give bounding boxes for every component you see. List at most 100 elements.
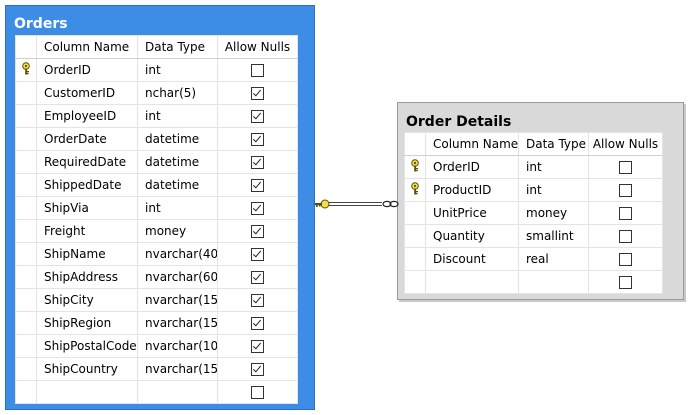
column-row[interactable]: RequiredDate datetime	[15, 150, 298, 174]
row-selector-cell[interactable]	[15, 104, 37, 128]
allow-nulls-checkbox[interactable]	[251, 133, 264, 146]
allow-nulls-checkbox[interactable]	[251, 179, 264, 192]
allow-nulls-checkbox[interactable]	[251, 87, 264, 100]
column-name-cell[interactable]	[425, 270, 519, 294]
allow-nulls-checkbox[interactable]	[251, 386, 264, 399]
data-type-cell[interactable]: int	[518, 178, 589, 202]
row-selector-cell[interactable]	[404, 178, 426, 202]
row-selector-cell[interactable]	[15, 265, 37, 289]
column-row[interactable]	[15, 380, 298, 404]
column-name-cell[interactable]: ShipPostalCode	[36, 334, 138, 358]
order-details-table-title[interactable]: Order Details	[406, 113, 511, 131]
column-name-cell[interactable]: Freight	[36, 219, 138, 243]
column-name-cell[interactable]: Discount	[425, 247, 519, 271]
data-type-cell[interactable]: datetime	[137, 173, 218, 197]
column-row[interactable]: ShipRegion nvarchar(15)	[15, 311, 298, 335]
row-selector-cell[interactable]	[15, 173, 37, 197]
column-row[interactable]: OrderID int	[404, 155, 663, 179]
column-name-cell[interactable]: ShipName	[36, 242, 138, 266]
column-name-cell[interactable]: OrderDate	[36, 127, 138, 151]
data-type-cell[interactable]: nvarchar(15)	[137, 288, 218, 312]
column-name-cell[interactable]: OrderID	[425, 155, 519, 179]
column-name-cell[interactable]: ProductID	[425, 178, 519, 202]
column-row[interactable]: CustomerID nchar(5)	[15, 81, 298, 105]
data-type-cell[interactable]: datetime	[137, 127, 218, 151]
allow-nulls-checkbox[interactable]	[251, 271, 264, 284]
data-type-cell[interactable]: nchar(5)	[137, 81, 218, 105]
column-row[interactable]: ShipCountry nvarchar(15)	[15, 357, 298, 381]
column-name-cell[interactable]: ShipCity	[36, 288, 138, 312]
column-name-cell[interactable]: UnitPrice	[425, 201, 519, 225]
row-selector-cell[interactable]	[15, 288, 37, 312]
allow-nulls-checkbox[interactable]	[251, 248, 264, 261]
data-type-cell[interactable]: real	[518, 247, 589, 271]
allow-nulls-checkbox[interactable]	[251, 363, 264, 376]
column-row[interactable]: Quantity smallint	[404, 224, 663, 248]
column-row[interactable]: EmployeeID int	[15, 104, 298, 128]
order-details-table[interactable]: Order Details Column Name Data Type Allo…	[397, 102, 684, 300]
row-selector-cell[interactable]	[15, 81, 37, 105]
column-row[interactable]: ShipAddress nvarchar(60)	[15, 265, 298, 289]
column-name-cell[interactable]: CustomerID	[36, 81, 138, 105]
data-type-cell[interactable]: nvarchar(10)	[137, 334, 218, 358]
orders-columns-grid[interactable]: Column Name Data Type Allow Nulls OrderI…	[15, 35, 298, 404]
row-selector-cell[interactable]	[15, 311, 37, 335]
allow-nulls-checkbox[interactable]	[619, 161, 632, 174]
column-name-cell[interactable]: EmployeeID	[36, 104, 138, 128]
row-selector-cell[interactable]	[15, 219, 37, 243]
row-selector-cell[interactable]	[404, 224, 426, 248]
allow-nulls-checkbox[interactable]	[619, 253, 632, 266]
column-row[interactable]: ShippedDate datetime	[15, 173, 298, 197]
allow-nulls-checkbox[interactable]	[619, 276, 632, 289]
row-selector-cell[interactable]	[15, 242, 37, 266]
allow-nulls-checkbox[interactable]	[251, 340, 264, 353]
allow-nulls-checkbox[interactable]	[251, 202, 264, 215]
allow-nulls-checkbox[interactable]	[619, 230, 632, 243]
allow-nulls-checkbox[interactable]	[251, 64, 264, 77]
data-type-cell[interactable]: money	[518, 201, 589, 225]
row-selector-cell[interactable]	[15, 334, 37, 358]
column-row[interactable]: ShipVia int	[15, 196, 298, 220]
allow-nulls-checkbox[interactable]	[251, 225, 264, 238]
allow-nulls-checkbox[interactable]	[619, 184, 632, 197]
column-row[interactable]: Freight money	[15, 219, 298, 243]
data-type-cell[interactable]: int	[518, 155, 589, 179]
column-name-cell[interactable]: Quantity	[425, 224, 519, 248]
row-selector-cell[interactable]	[404, 201, 426, 225]
row-selector-cell[interactable]	[404, 270, 426, 294]
row-selector-cell[interactable]	[15, 127, 37, 151]
orders-table[interactable]: Orders Column Name Data Type Allow Nulls…	[5, 5, 315, 410]
column-row[interactable]: ShipPostalCode nvarchar(10)	[15, 334, 298, 358]
data-type-cell[interactable]: int	[137, 104, 218, 128]
data-type-cell[interactable]: nvarchar(60)	[137, 265, 218, 289]
row-selector-cell[interactable]	[404, 155, 426, 179]
column-name-cell[interactable]: ShipCountry	[36, 357, 138, 381]
row-selector-cell[interactable]	[15, 150, 37, 174]
column-row[interactable]	[404, 270, 663, 294]
allow-nulls-checkbox[interactable]	[251, 110, 264, 123]
data-type-cell[interactable]	[518, 270, 589, 294]
column-row[interactable]: Discount real	[404, 247, 663, 271]
column-name-cell[interactable]: ShipAddress	[36, 265, 138, 289]
row-selector-cell[interactable]	[15, 196, 37, 220]
column-row[interactable]: ProductID int	[404, 178, 663, 202]
column-row[interactable]: OrderID int	[15, 58, 298, 82]
orders-table-title[interactable]: Orders	[14, 15, 68, 33]
relationship-line[interactable]	[312, 196, 402, 212]
column-row[interactable]: ShipName nvarchar(40)	[15, 242, 298, 266]
allow-nulls-checkbox[interactable]	[619, 207, 632, 220]
column-name-cell[interactable]: ShippedDate	[36, 173, 138, 197]
column-name-cell[interactable]: ShipVia	[36, 196, 138, 220]
row-selector-cell[interactable]	[15, 58, 37, 82]
data-type-cell[interactable]: nvarchar(15)	[137, 311, 218, 335]
allow-nulls-checkbox[interactable]	[251, 156, 264, 169]
data-type-cell[interactable]: int	[137, 58, 218, 82]
data-type-cell[interactable]: smallint	[518, 224, 589, 248]
column-row[interactable]: ShipCity nvarchar(15)	[15, 288, 298, 312]
allow-nulls-checkbox[interactable]	[251, 317, 264, 330]
column-name-cell[interactable]	[36, 380, 138, 404]
allow-nulls-checkbox[interactable]	[251, 294, 264, 307]
data-type-cell[interactable]: nvarchar(40)	[137, 242, 218, 266]
column-name-cell[interactable]: OrderID	[36, 58, 138, 82]
data-type-cell[interactable]: money	[137, 219, 218, 243]
